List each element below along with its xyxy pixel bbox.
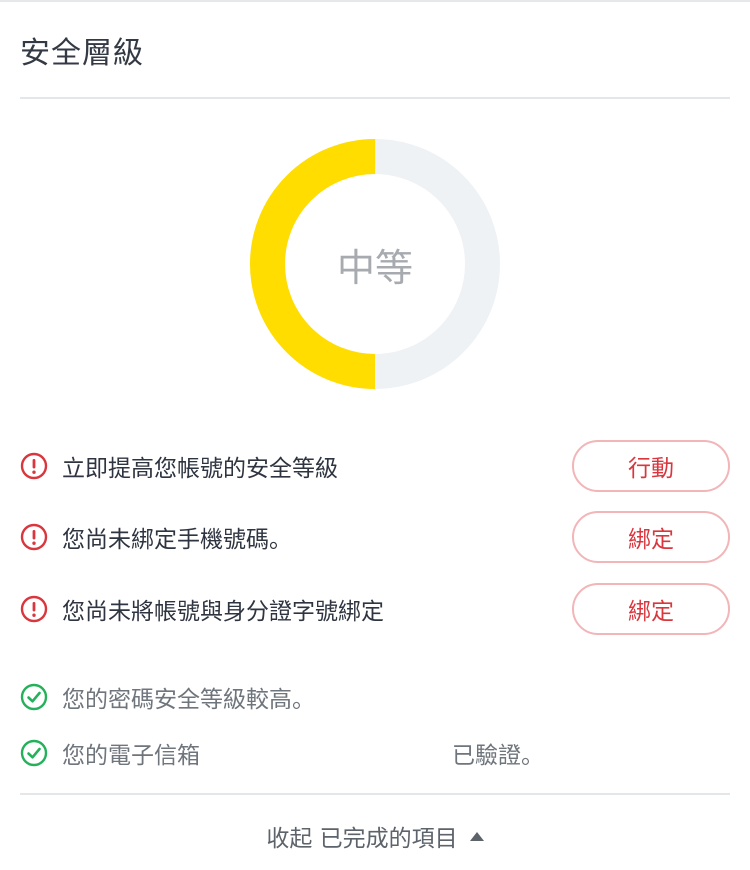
completed-row-email: 您的電子信箱 已驗證。 <box>20 726 730 780</box>
collapse-completed-toggle[interactable]: 收起 已完成的項目 <box>0 814 750 858</box>
footer-divider <box>20 793 730 795</box>
security-level-panel: 安全層級 中等 立即提高您帳號的安全等級 行動 您尚未綁定手機號碼。 綁定 您尚… <box>0 0 750 870</box>
alert-text: 立即提高您帳號的安全等級 <box>62 456 338 482</box>
alert-text: 您尚未綁定手機號碼。 <box>62 527 292 553</box>
title-divider <box>20 97 730 99</box>
exclamation-circle-icon <box>20 523 48 551</box>
security-level-label: 中等 <box>336 245 413 290</box>
check-circle-icon <box>20 683 48 711</box>
action-button[interactable]: 行動 <box>572 440 730 492</box>
completed-text: 您的電子信箱 已驗證。 <box>62 736 730 770</box>
alert-text: 您尚未將帳號與身分證字號綁定 <box>62 599 384 625</box>
alert-row-improve-security: 立即提高您帳號的安全等級 行動 <box>20 439 730 493</box>
bind-id-button[interactable]: 綁定 <box>572 583 730 635</box>
alert-row-bind-phone: 您尚未綁定手機號碼。 綁定 <box>20 510 730 564</box>
bind-phone-button[interactable]: 綁定 <box>572 511 730 563</box>
email-verified-status: 已驗證。 <box>452 743 544 769</box>
check-circle-icon <box>20 739 48 767</box>
collapse-label: 收起 已完成的項目 <box>266 826 458 852</box>
alert-row-bind-id: 您尚未將帳號與身分證字號綁定 綁定 <box>20 582 730 636</box>
security-level-gauge: 中等 <box>250 139 500 389</box>
completed-text: 您的密碼安全等級較高。 <box>62 687 315 713</box>
exclamation-circle-icon <box>20 452 48 480</box>
completed-row-password: 您的密碼安全等級較高。 <box>20 670 730 724</box>
section-title: 安全層級 <box>20 36 144 71</box>
exclamation-circle-icon <box>20 595 48 623</box>
email-status-prefix: 您的電子信箱 <box>62 743 200 769</box>
caret-up-icon <box>469 831 484 841</box>
